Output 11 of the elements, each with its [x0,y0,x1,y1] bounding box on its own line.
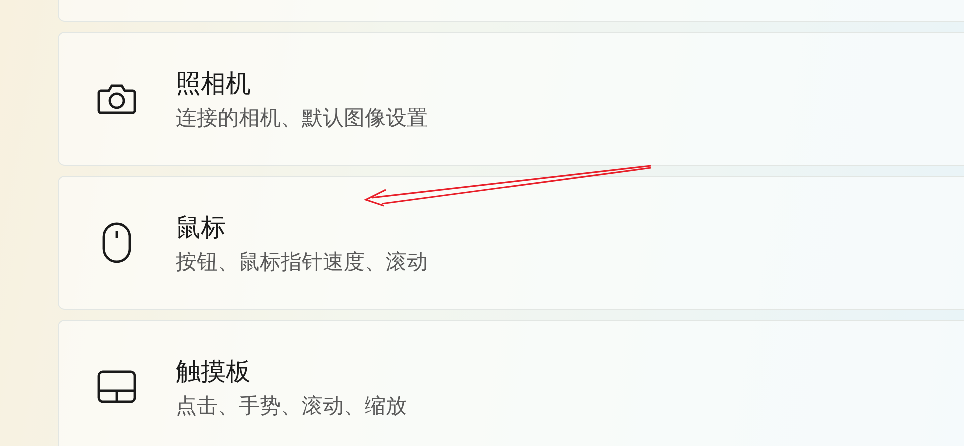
settings-item[interactable]: 鼠标 按钮、鼠标指针速度、滚动 [58,176,964,310]
item-description: 连接的相机、默认图像设置 [176,104,428,132]
item-title: 照相机 [176,68,252,100]
touchpad-icon [97,370,137,404]
settings-item[interactable]: 触摸板 点击、手势、滚动、缩放 [58,320,964,446]
item-title: 鼠标 [176,212,227,244]
mouse-icon [102,222,132,264]
item-title: 触摸板 [176,356,252,388]
item-description: 点击、手势、滚动、缩放 [176,392,407,420]
item-description: 按钮、鼠标指针速度、滚动 [176,248,428,276]
settings-item[interactable]: 照相机 连接的相机、默认图像设置 [58,32,964,166]
